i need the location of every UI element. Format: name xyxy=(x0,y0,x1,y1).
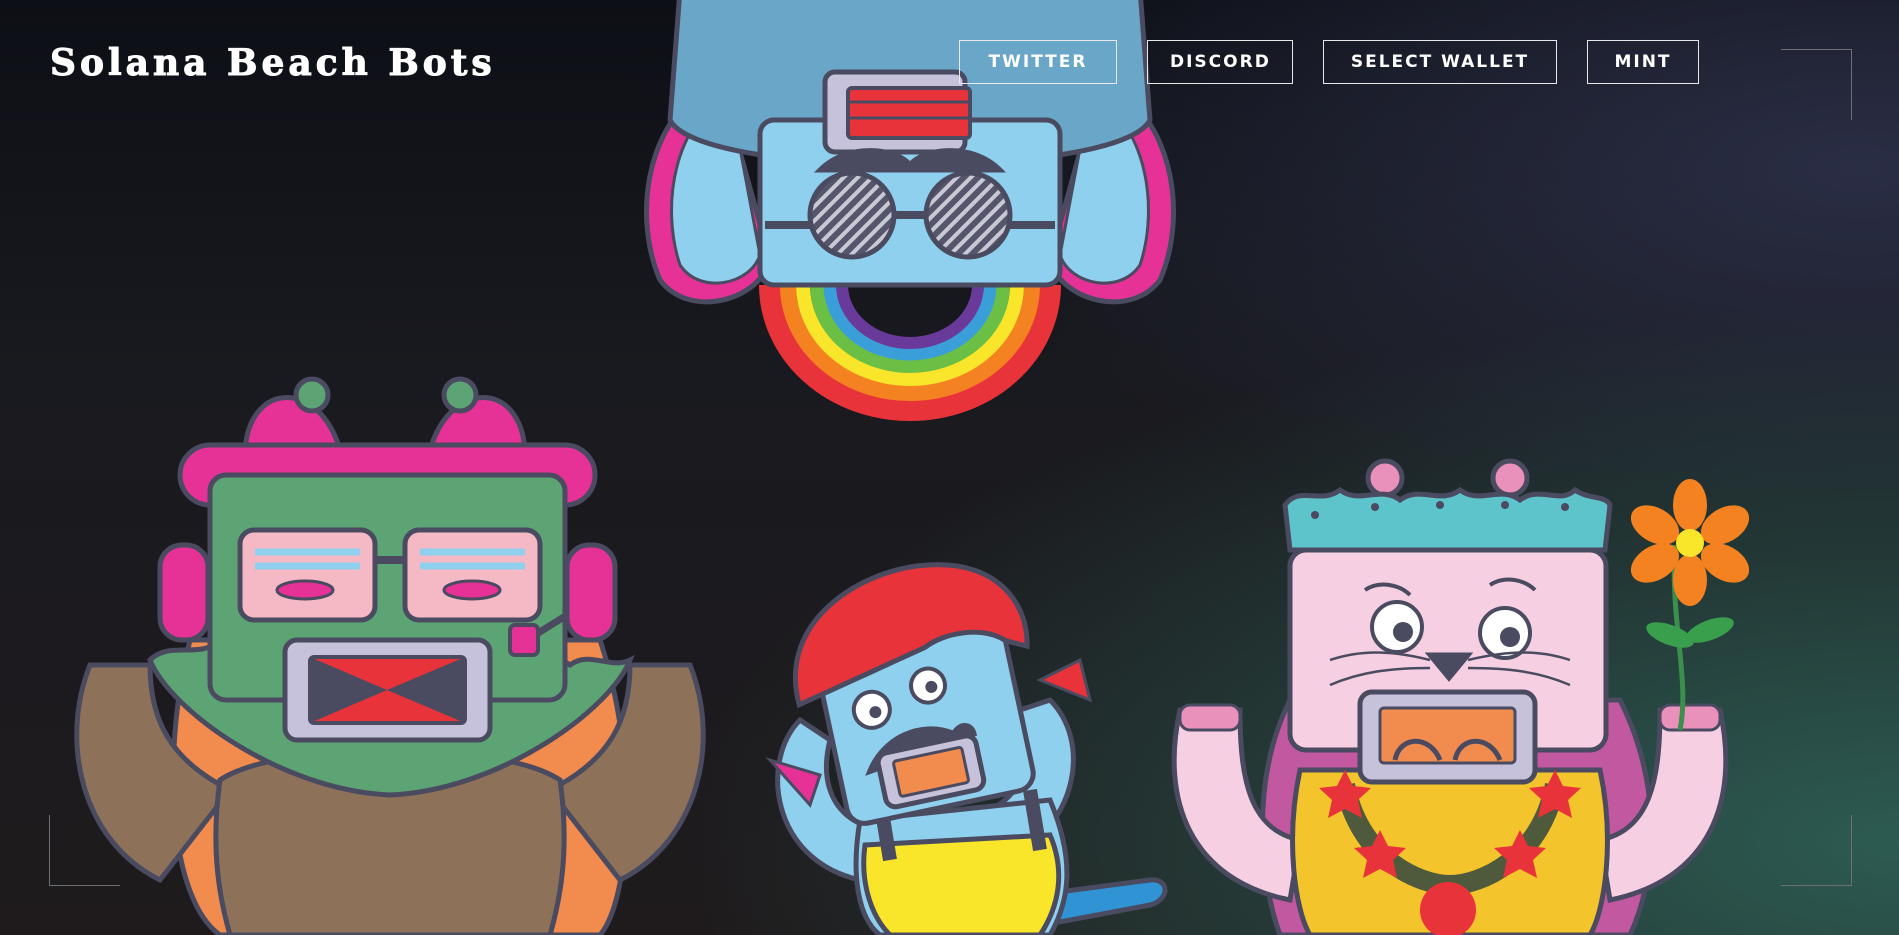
twitter-button[interactable]: Twitter xyxy=(959,40,1117,84)
frame-corner-bottom-right xyxy=(1781,815,1852,886)
blue-helmet-bot xyxy=(765,562,1168,935)
top-nav: Twitter Discord Select Wallet Mint xyxy=(959,40,1699,84)
pink-crown-bot xyxy=(1171,458,1750,935)
green-headphones-bot xyxy=(74,376,706,935)
select-wallet-button[interactable]: Select Wallet xyxy=(1323,40,1557,84)
mint-button[interactable]: Mint xyxy=(1587,40,1699,84)
frame-corner-bottom-left xyxy=(49,815,120,886)
discord-button[interactable]: Discord xyxy=(1147,40,1293,84)
hero-illustration xyxy=(74,0,1750,935)
brand-title: Solana Beach Bots xyxy=(50,42,496,85)
frame-corner-top-right xyxy=(1781,49,1852,120)
